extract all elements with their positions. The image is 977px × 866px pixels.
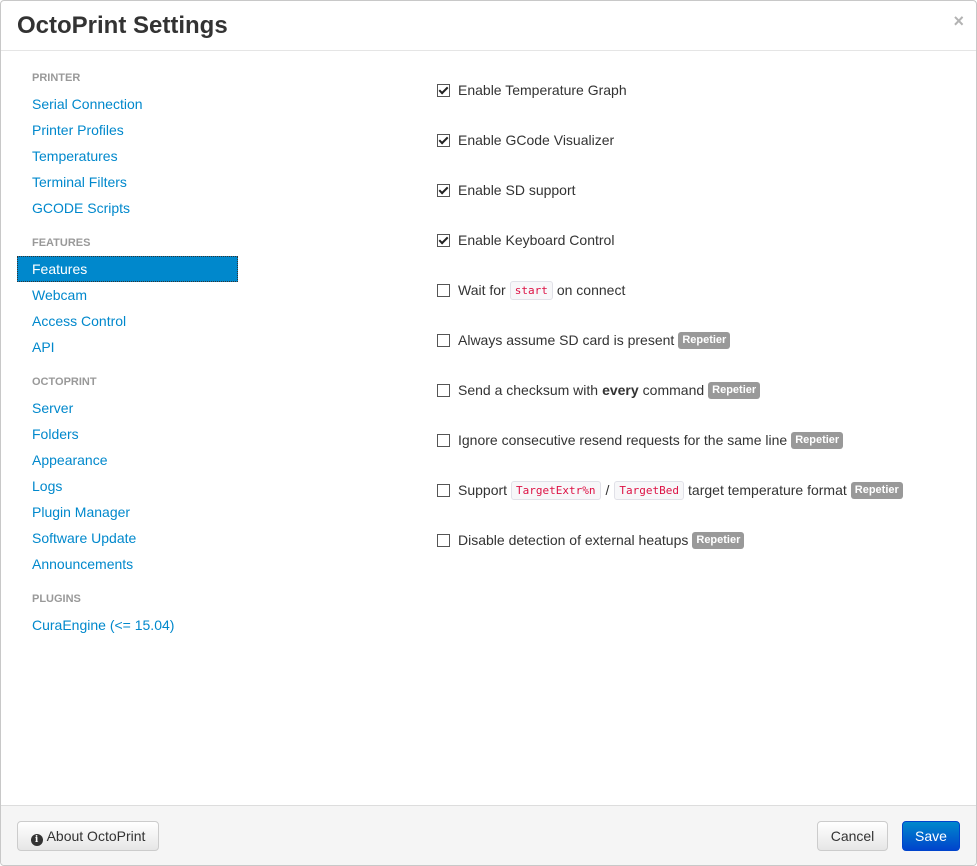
- target-format-separator: /: [605, 482, 610, 498]
- option-always-sd: Always assume SD card is present Repetie…: [437, 315, 960, 365]
- sd-support-label[interactable]: Enable SD support: [458, 182, 576, 198]
- option-temperature-graph: Enable Temperature Graph: [437, 65, 960, 115]
- dialog-title: OctoPrint Settings: [17, 12, 228, 39]
- always-sd-checkbox[interactable]: [437, 333, 450, 347]
- option-external-heatups: Disable detection of external heatups Re…: [437, 515, 960, 565]
- nav-item-temperatures[interactable]: Temperatures: [17, 143, 238, 169]
- nav-item-features[interactable]: Features: [17, 256, 238, 282]
- always-sd-label[interactable]: Always assume SD card is present: [458, 332, 674, 348]
- option-ignore-resend: Ignore consecutive resend requests for t…: [437, 415, 960, 465]
- checksum-label-after[interactable]: command: [643, 382, 704, 398]
- target-bed-code: TargetBed: [614, 480, 685, 500]
- nav-item-access-control[interactable]: Access Control: [17, 308, 238, 334]
- option-checksum: Send a checksum with every command Repet…: [437, 365, 960, 415]
- nav-item-curaengine[interactable]: CuraEngine (<= 15.04): [17, 612, 238, 638]
- nav-header-octoprint: OCTOPRINT: [32, 376, 97, 388]
- ignore-resend-label[interactable]: Ignore consecutive resend requests for t…: [458, 432, 787, 448]
- nav-item-webcam[interactable]: Webcam: [17, 282, 238, 308]
- nav-header-features: FEATURES: [32, 237, 91, 249]
- nav-item-appearance[interactable]: Appearance: [17, 447, 238, 473]
- checksum-checkbox[interactable]: [437, 383, 450, 397]
- nav-item-plugin-manager[interactable]: Plugin Manager: [17, 499, 238, 525]
- start-code: start: [509, 280, 553, 300]
- option-wait-for-start: Wait for start on connect: [437, 265, 960, 315]
- wait-for-start-checkbox[interactable]: [437, 283, 450, 297]
- about-label: About OctoPrint: [46, 828, 146, 844]
- target-format-label-after[interactable]: target temperature format: [688, 482, 847, 498]
- temperature-graph-label[interactable]: Enable Temperature Graph: [458, 82, 627, 98]
- nav-item-logs[interactable]: Logs: [17, 473, 238, 499]
- dialog-footer: i About OctoPrint Cancel Save: [1, 805, 976, 865]
- settings-dialog: OctoPrint Settings × PRINTER Serial Conn…: [0, 0, 977, 866]
- nav-item-api[interactable]: API: [17, 334, 238, 360]
- repetier-badge: Repetier: [708, 381, 761, 399]
- nav-item-terminal-filters[interactable]: Terminal Filters: [17, 169, 238, 195]
- nav-item-announcements[interactable]: Announcements: [17, 551, 238, 577]
- option-keyboard-control: Enable Keyboard Control: [437, 215, 960, 265]
- option-target-format: Support TargetExtr%n / TargetBed target …: [437, 465, 960, 515]
- checksum-emphasis: every: [602, 382, 639, 398]
- repetier-badge: Repetier: [850, 481, 903, 499]
- gcode-visualizer-label[interactable]: Enable GCode Visualizer: [458, 132, 614, 148]
- target-format-label-before[interactable]: Support: [458, 482, 507, 498]
- target-format-checkbox[interactable]: [437, 483, 450, 497]
- repetier-badge: Repetier: [692, 531, 745, 549]
- features-panel: Enable Temperature Graph Enable GCode Vi…: [437, 65, 960, 565]
- sd-support-checkbox[interactable]: [437, 183, 450, 197]
- wait-for-start-label-after[interactable]: on connect: [557, 282, 626, 298]
- wait-for-start-label-before[interactable]: Wait for: [458, 282, 506, 298]
- keyboard-control-label[interactable]: Enable Keyboard Control: [458, 232, 614, 248]
- option-gcode-visualizer: Enable GCode Visualizer: [437, 115, 960, 165]
- nav-item-gcode-scripts[interactable]: GCODE Scripts: [17, 195, 238, 221]
- checksum-label-before[interactable]: Send a checksum with: [458, 382, 598, 398]
- nav-item-printer-profiles[interactable]: Printer Profiles: [17, 117, 238, 143]
- repetier-badge: Repetier: [791, 431, 844, 449]
- gcode-visualizer-checkbox[interactable]: [437, 133, 450, 147]
- external-heatups-label[interactable]: Disable detection of external heatups: [458, 532, 688, 548]
- settings-sidebar: PRINTER Serial Connection Printer Profil…: [17, 65, 238, 638]
- nav-header-plugins: PLUGINS: [32, 593, 81, 605]
- repetier-badge: Repetier: [678, 331, 731, 349]
- option-sd-support: Enable SD support: [437, 165, 960, 215]
- about-octoprint-button[interactable]: i About OctoPrint: [17, 821, 159, 851]
- keyboard-control-checkbox[interactable]: [437, 233, 450, 247]
- close-icon[interactable]: ×: [953, 11, 964, 31]
- target-extr-code: TargetExtr%n: [511, 480, 601, 500]
- save-button[interactable]: Save: [902, 821, 960, 851]
- external-heatups-checkbox[interactable]: [437, 533, 450, 547]
- dialog-header: OctoPrint Settings ×: [1, 1, 976, 51]
- nav-item-folders[interactable]: Folders: [17, 421, 238, 447]
- nav-item-serial-connection[interactable]: Serial Connection: [17, 91, 238, 117]
- info-circle-icon: i: [30, 834, 43, 846]
- temperature-graph-checkbox[interactable]: [437, 83, 450, 97]
- nav-item-server[interactable]: Server: [17, 395, 238, 421]
- nav-item-software-update[interactable]: Software Update: [17, 525, 238, 551]
- ignore-resend-checkbox[interactable]: [437, 433, 450, 447]
- nav-header-printer: PRINTER: [32, 72, 81, 84]
- cancel-button[interactable]: Cancel: [817, 821, 888, 851]
